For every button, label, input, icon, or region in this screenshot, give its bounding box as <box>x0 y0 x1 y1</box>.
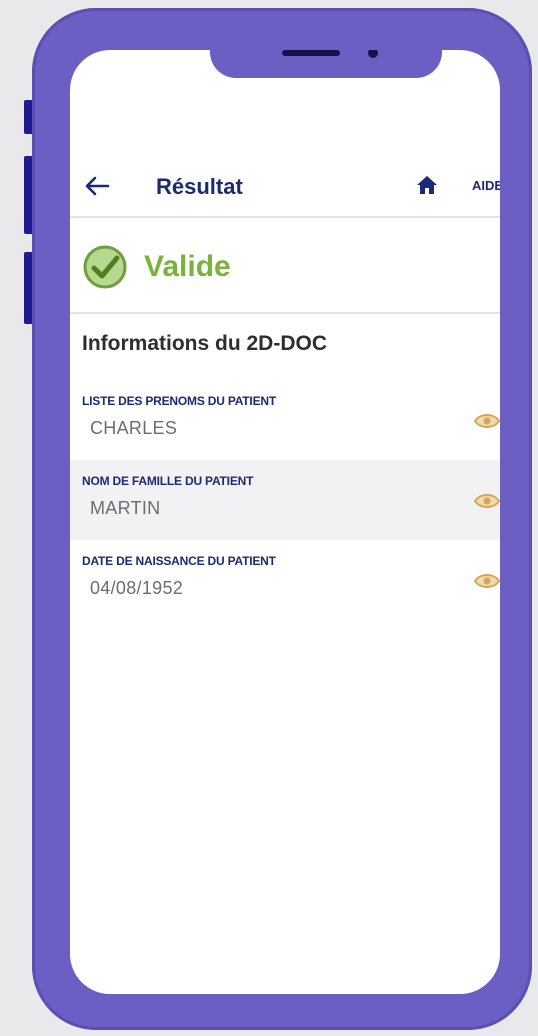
arrow-left-icon[interactable] <box>84 176 110 196</box>
page-title: Résultat <box>156 174 243 199</box>
eye-icon[interactable] <box>474 492 500 510</box>
stage: Résultat AIDE Valide Informations du 2D-… <box>0 0 538 1036</box>
field-first-names: LISTE DES PRENOMS DU PATIENT CHARLES <box>70 380 500 460</box>
field-last-name: NOM DE FAMILLE DU PATIENT MARTIN <box>70 460 500 540</box>
phone-screen: Résultat AIDE Valide Informations du 2D-… <box>70 50 500 994</box>
app-header: Résultat AIDE <box>70 154 500 218</box>
section-title: Informations du 2D-DOC <box>82 332 327 355</box>
speaker <box>282 50 340 56</box>
field-label: LISTE DES PRENOMS DU PATIENT <box>82 394 276 408</box>
field-label: NOM DE FAMILLE DU PATIENT <box>82 474 254 488</box>
field-value: CHARLES <box>90 418 178 438</box>
home-icon[interactable] <box>416 174 438 196</box>
phone-frame: Résultat AIDE Valide Informations du 2D-… <box>32 8 532 1030</box>
field-value: MARTIN <box>90 498 161 518</box>
status-label: Valide <box>144 250 231 283</box>
field-birth-date: DATE DE NAISSANCE DU PATIENT 04/08/1952 <box>70 540 500 620</box>
help-button[interactable]: AIDE <box>472 178 500 193</box>
camera <box>368 50 378 58</box>
check-circle-icon <box>83 245 127 289</box>
eye-icon[interactable] <box>474 572 500 590</box>
field-label: DATE DE NAISSANCE DU PATIENT <box>82 554 276 568</box>
notch <box>210 50 442 78</box>
field-value: 04/08/1952 <box>90 578 184 598</box>
eye-icon[interactable] <box>474 412 500 430</box>
validation-status: Valide <box>70 218 500 314</box>
